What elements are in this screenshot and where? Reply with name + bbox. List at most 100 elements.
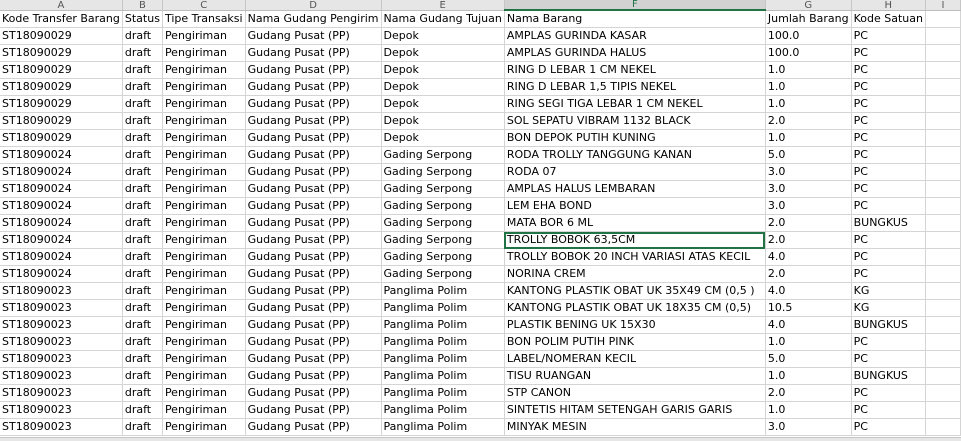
table-cell[interactable]: Panglima Polim	[381, 350, 505, 368]
column-header-d[interactable]: D	[245, 0, 382, 11]
header-cell[interactable]	[925, 10, 961, 28]
table-cell[interactable]: draft	[122, 299, 163, 317]
table-cell[interactable]: Gading Serpong	[381, 180, 505, 198]
table-cell[interactable]: Panglima Polim	[381, 418, 505, 436]
table-cell[interactable]	[925, 163, 961, 181]
table-cell[interactable]: Pengiriman	[162, 129, 246, 147]
table-cell[interactable]: AMPLAS HALUS LEMBARAN	[504, 180, 766, 198]
table-cell[interactable]: PC	[851, 384, 926, 402]
table-cell[interactable]: Pengiriman	[162, 384, 246, 402]
table-cell[interactable]	[925, 401, 961, 419]
table-cell[interactable]: PC	[851, 146, 926, 164]
table-cell[interactable]: Gading Serpong	[381, 163, 505, 181]
table-cell[interactable]: ST18090023	[0, 316, 123, 334]
table-cell[interactable]	[925, 316, 961, 334]
table-cell[interactable]	[925, 350, 961, 368]
table-cell[interactable]: BUNGKUS	[851, 367, 926, 385]
table-cell[interactable]: PC	[851, 401, 926, 419]
table-cell[interactable]: TROLLY BOBOK 63,5CM	[504, 231, 766, 249]
table-cell[interactable]: PC	[851, 350, 926, 368]
table-cell[interactable]: 4.0	[765, 282, 852, 300]
table-cell[interactable]: 4.0	[765, 248, 852, 266]
table-cell[interactable]: draft	[122, 401, 163, 419]
table-cell[interactable]: draft	[122, 129, 163, 147]
column-header-a[interactable]: A	[0, 0, 123, 11]
table-cell[interactable]	[925, 180, 961, 198]
table-cell[interactable]: 1.0	[765, 367, 852, 385]
table-cell[interactable]: MATA BOR 6 ML	[504, 214, 766, 232]
table-cell[interactable]: Pengiriman	[162, 350, 246, 368]
table-cell[interactable]: ST18090023	[0, 367, 123, 385]
table-cell[interactable]: Gading Serpong	[381, 231, 505, 249]
table-cell[interactable]: BON DEPOK PUTIH KUNING	[504, 129, 766, 147]
table-cell[interactable]: BUNGKUS	[851, 316, 926, 334]
table-cell[interactable]: Gudang Pusat (PP)	[245, 418, 382, 436]
table-cell[interactable]: Pengiriman	[162, 197, 246, 215]
table-cell[interactable]: Pengiriman	[162, 78, 246, 96]
table-cell[interactable]: draft	[122, 197, 163, 215]
table-cell[interactable]: ST18090024	[0, 248, 123, 266]
table-cell[interactable]: Gudang Pusat (PP)	[245, 95, 382, 113]
table-cell[interactable]: Pengiriman	[162, 367, 246, 385]
table-cell[interactable]: Gading Serpong	[381, 214, 505, 232]
table-cell[interactable]: 3.0	[765, 418, 852, 436]
table-cell[interactable]: LEM EHA BOND	[504, 197, 766, 215]
table-cell[interactable]: ST18090023	[0, 282, 123, 300]
table-cell[interactable]: Pengiriman	[162, 214, 246, 232]
table-cell[interactable]: Gading Serpong	[381, 265, 505, 283]
table-cell[interactable]: PC	[851, 95, 926, 113]
table-cell[interactable]: PC	[851, 333, 926, 351]
table-cell[interactable]: Panglima Polim	[381, 299, 505, 317]
table-cell[interactable]: Pengiriman	[162, 180, 246, 198]
table-cell[interactable]: Depok	[381, 78, 505, 96]
table-cell[interactable]: Pengiriman	[162, 248, 246, 266]
table-cell[interactable]	[925, 78, 961, 96]
table-cell[interactable]: Gudang Pusat (PP)	[245, 112, 382, 130]
table-cell[interactable]: RODA TROLLY TANGGUNG KANAN	[504, 146, 766, 164]
table-cell[interactable]: 2.0	[765, 112, 852, 130]
table-cell[interactable]	[925, 61, 961, 79]
table-cell[interactable]: ST18090023	[0, 333, 123, 351]
table-cell[interactable]: Pengiriman	[162, 27, 246, 45]
table-cell[interactable]: ST18090023	[0, 418, 123, 436]
table-cell[interactable]	[925, 27, 961, 45]
table-cell[interactable]	[925, 248, 961, 266]
table-cell[interactable]: draft	[122, 78, 163, 96]
table-cell[interactable]: ST18090023	[0, 384, 123, 402]
table-cell[interactable]: AMPLAS GURINDA KASAR	[504, 27, 766, 45]
table-cell[interactable]: Pengiriman	[162, 146, 246, 164]
table-cell[interactable]: 1.0	[765, 129, 852, 147]
table-cell[interactable]: Gudang Pusat (PP)	[245, 214, 382, 232]
header-cell[interactable]: Kode Satuan	[851, 10, 926, 28]
table-cell[interactable]: 1.0	[765, 95, 852, 113]
table-cell[interactable]: ST18090023	[0, 350, 123, 368]
table-cell[interactable]	[925, 418, 961, 436]
table-cell[interactable]: PC	[851, 44, 926, 62]
table-cell[interactable]: Gading Serpong	[381, 146, 505, 164]
table-cell[interactable]: 3.0	[765, 180, 852, 198]
table-cell[interactable]	[925, 265, 961, 283]
table-cell[interactable]: 2.0	[765, 384, 852, 402]
table-cell[interactable]: draft	[122, 180, 163, 198]
table-cell[interactable]	[925, 299, 961, 317]
table-cell[interactable]: ST18090029	[0, 61, 123, 79]
table-cell[interactable]: 2.0	[765, 214, 852, 232]
table-cell[interactable]: BUNGKUS	[851, 214, 926, 232]
table-cell[interactable]: draft	[122, 44, 163, 62]
table-cell[interactable]: 3.0	[765, 163, 852, 181]
column-header-b[interactable]: B	[122, 0, 163, 11]
table-cell[interactable]: Pengiriman	[162, 61, 246, 79]
table-cell[interactable]: Panglima Polim	[381, 282, 505, 300]
column-header-c[interactable]: C	[162, 0, 246, 11]
table-cell[interactable]: Gudang Pusat (PP)	[245, 231, 382, 249]
table-cell[interactable]: Pengiriman	[162, 299, 246, 317]
column-header-g[interactable]: G	[765, 0, 852, 11]
table-cell[interactable]: AMPLAS GURINDA HALUS	[504, 44, 766, 62]
table-cell[interactable]	[925, 384, 961, 402]
column-header-e[interactable]: E	[381, 0, 505, 11]
table-cell[interactable]: draft	[122, 112, 163, 130]
table-cell[interactable]: KANTONG PLASTIK OBAT UK 35X49 CM (0,5 )	[504, 282, 766, 300]
spreadsheet-grid[interactable]: A B C D E F G H I Kode Transfer Barang Status Tipe …	[0, 0, 961, 441]
table-cell[interactable]: Gudang Pusat (PP)	[245, 61, 382, 79]
table-cell[interactable]: ST18090029	[0, 27, 123, 45]
